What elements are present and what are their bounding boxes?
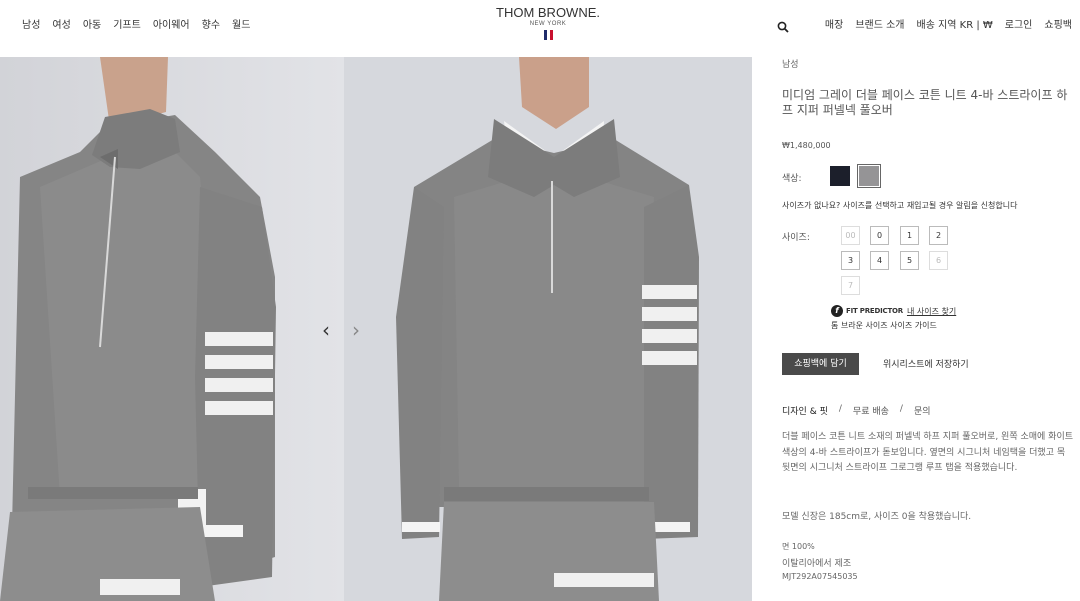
- fit-predictor: f FIT PREDICTOR 내 사이즈 찾기: [831, 305, 956, 317]
- nav-kids[interactable]: 아동: [83, 16, 101, 31]
- size-label: 사이즈:: [782, 233, 810, 243]
- nav-gifts[interactable]: 기프트: [113, 16, 141, 31]
- fit-predictor-label: FIT PREDICTOR: [846, 307, 903, 315]
- tab-free-shipping[interactable]: 무료 배송: [853, 404, 889, 417]
- product-title: 미디엄 그레이 더블 페이스 코튼 니트 4-바 스트라이프 하프 지퍼 퍼넬넥…: [782, 88, 1068, 117]
- tab-inquiry[interactable]: 문의: [914, 404, 931, 417]
- product-image-side: [0, 57, 344, 601]
- size-guide-link[interactable]: 톰 브라운 사이즈 사이즈 가이드: [831, 320, 937, 331]
- fit-predictor-icon: f: [831, 305, 843, 317]
- logo-city: NEW YORK: [529, 21, 567, 27]
- size-option-2[interactable]: 2: [929, 226, 948, 245]
- nav-stores[interactable]: 매장: [825, 16, 843, 31]
- brand-logo[interactable]: THOM BROWNE. NEW YORK: [480, 5, 616, 40]
- size-option-4[interactable]: 4: [870, 251, 889, 270]
- size-option-00[interactable]: 00: [841, 226, 860, 245]
- nav-login[interactable]: 로그인: [1005, 16, 1033, 31]
- product-price: ₩1,480,000: [782, 141, 831, 150]
- size-option-6[interactable]: 6: [929, 251, 948, 270]
- nav-world[interactable]: 월드: [232, 16, 250, 31]
- model-info: 모델 신장은 185cm로, 사이즈 0을 착용했습니다.: [782, 512, 972, 522]
- site-header: 남성 여성 아동 기프트 아이웨어 향수 월드 THOM BROWNE. NEW…: [0, 0, 1080, 57]
- nav-men[interactable]: 남성: [22, 16, 40, 31]
- nav-shopping-bag[interactable]: 쇼핑백: [1044, 16, 1072, 31]
- tricolor-flag-icon: [480, 30, 616, 40]
- nav-women[interactable]: 여성: [52, 16, 70, 31]
- product-description: 더블 페이스 코튼 니트 소재의 퍼넬넥 하프 지퍼 풀오버로, 왼쪽 소매에 …: [782, 432, 1074, 473]
- gallery-prev-arrow[interactable]: ‹: [322, 318, 330, 342]
- nav-about[interactable]: 브랜드 소개: [855, 16, 904, 31]
- find-my-size-link[interactable]: 내 사이즈 찾기: [907, 306, 956, 317]
- tab-separator: /: [899, 404, 903, 414]
- size-option-7[interactable]: 7: [841, 276, 860, 295]
- tab-design-fit[interactable]: 디자인 & 핏: [782, 404, 828, 417]
- color-swatch-navy[interactable]: [830, 166, 850, 186]
- tab-separator: /: [838, 404, 842, 414]
- search-icon[interactable]: [777, 18, 789, 33]
- utility-nav: 매장 브랜드 소개 배송 지역 KR | ₩ 로그인 쇼핑백: [777, 16, 1072, 33]
- product-image-front: [344, 57, 752, 601]
- size-notify-text[interactable]: 사이즈가 없나요? 사이즈를 선택하고 재입고될 경우 알림을 신청합니다: [782, 200, 1017, 211]
- add-to-bag-button[interactable]: 쇼핑백에 담기: [782, 353, 859, 375]
- info-tabs: 디자인 & 핏 / 무료 배송 / 문의: [782, 404, 931, 417]
- gallery-next-arrow[interactable]: ›: [352, 318, 360, 342]
- logo-text: THOM BROWNE.: [496, 5, 600, 20]
- product-sku: MJT292A07545035: [782, 572, 858, 581]
- nav-shipping-region[interactable]: 배송 지역 KR | ₩: [917, 16, 993, 31]
- fabric-composition: 면 100%: [782, 542, 815, 551]
- nav-eyewear[interactable]: 아이웨어: [153, 16, 190, 31]
- color-label: 색상:: [782, 174, 802, 184]
- size-option-0[interactable]: 0: [870, 226, 889, 245]
- size-option-3[interactable]: 3: [841, 251, 860, 270]
- country-of-origin: 이탈리아에서 제조: [782, 559, 852, 569]
- breadcrumb[interactable]: 남성: [782, 57, 799, 70]
- size-option-5[interactable]: 5: [900, 251, 919, 270]
- main-nav: 남성 여성 아동 기프트 아이웨어 향수 월드: [22, 16, 262, 31]
- nav-fragrance[interactable]: 향수: [202, 16, 220, 31]
- color-swatch-grey[interactable]: [857, 164, 881, 188]
- save-to-wishlist-button[interactable]: 위시리스트에 저장하기: [883, 357, 969, 370]
- size-option-1[interactable]: 1: [900, 226, 919, 245]
